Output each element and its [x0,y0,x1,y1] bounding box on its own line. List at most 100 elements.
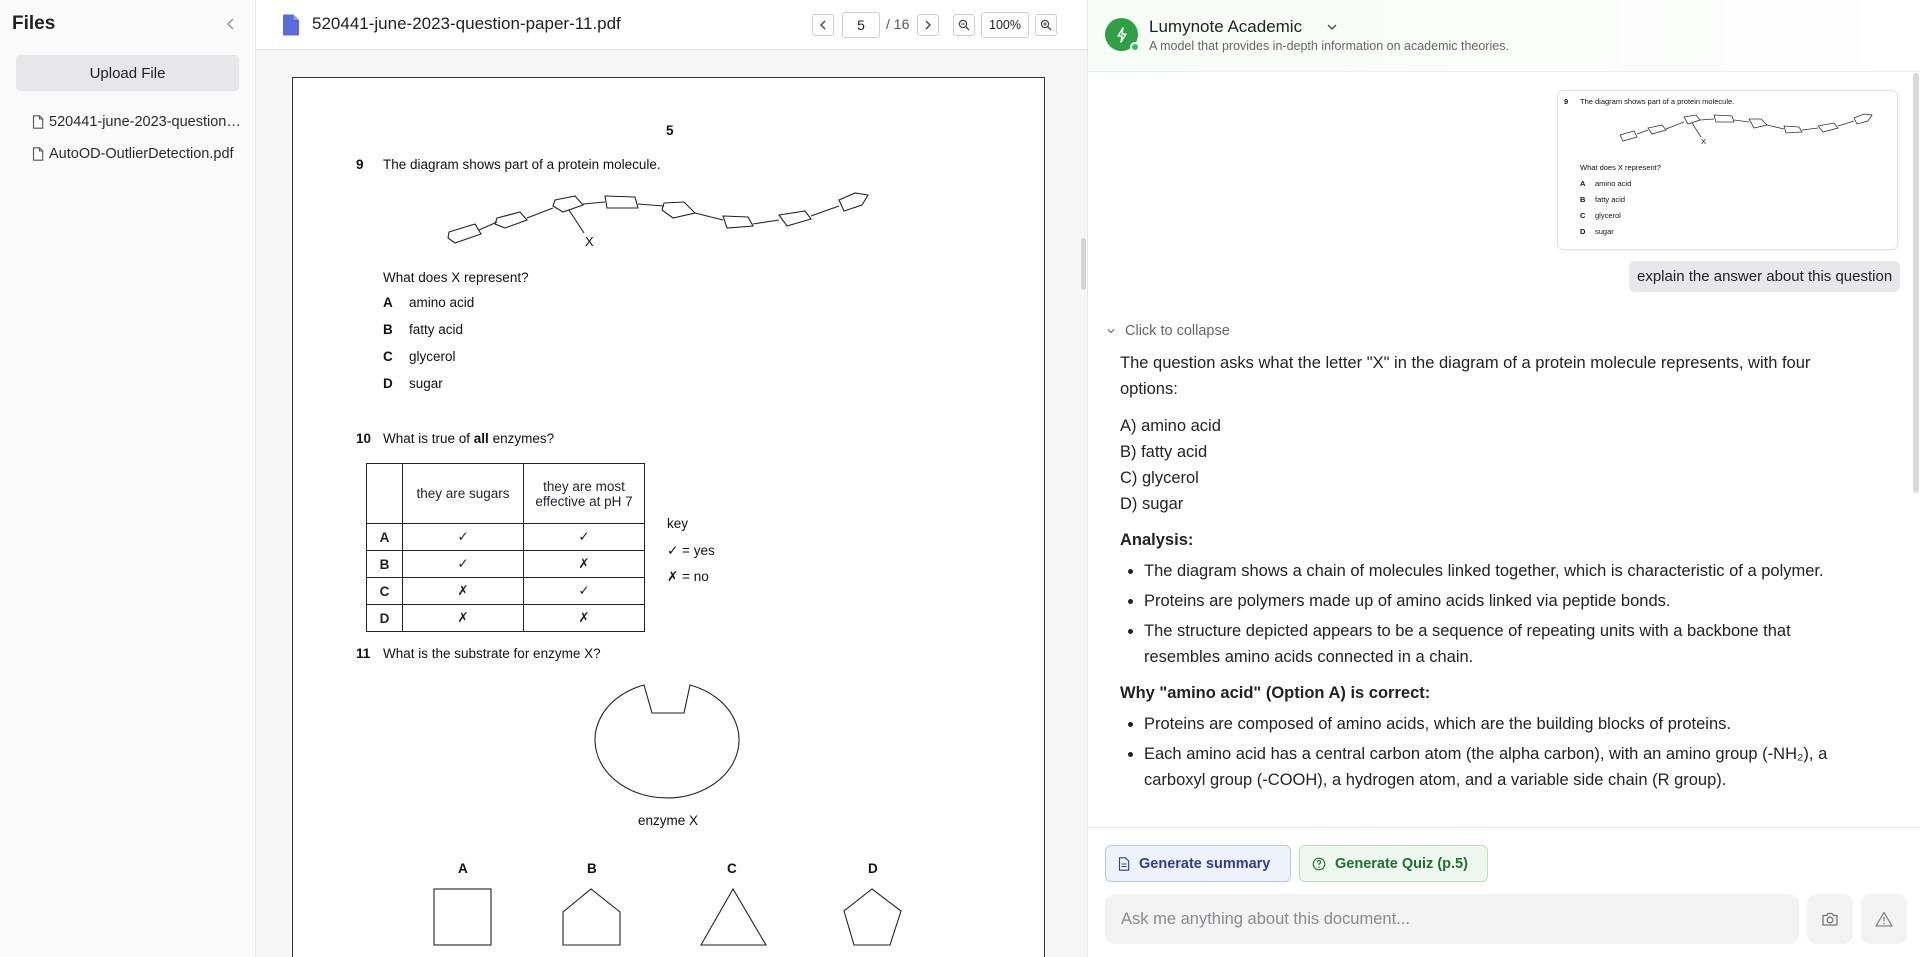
user-message: explain the answer about this question [1629,261,1901,292]
option-letter: A [383,295,393,310]
enzyme-x-diagram [594,684,740,799]
table-cell: ✓ [402,550,524,578]
shape-triangle [700,887,767,946]
option-text: glycerol [409,349,456,364]
table-cell: ✗ [402,577,524,605]
why-list: Proteins are composed of amino acids, wh… [1144,711,1865,793]
prev-page-button[interactable] [812,14,834,36]
question-text: The diagram shows part of a protein mole… [383,157,661,172]
collapse-left-icon [226,18,234,30]
panel-resize-handle[interactable] [1081,238,1086,290]
question-number: 11 [356,646,371,661]
enzyme-table: they are sugars they are most effective … [366,463,645,632]
collapse-label: Click to collapse [1125,323,1230,339]
zoom-in-icon [1040,19,1052,31]
table-row: D ✗ ✗ [366,604,645,632]
chat-input[interactable] [1105,894,1799,944]
table-key-title: key [667,516,689,531]
file-list: 520441-june-2023-question-paper-11.pdf A… [32,106,252,170]
viewer-toolbar: 520441-june-2023-question-paper-11.pdf /… [256,0,1087,50]
zoom-level[interactable]: 100% [981,12,1029,38]
attached-image-thumbnail[interactable]: 9 The diagram shows part of a protein mo… [1557,90,1898,250]
row-letter: C [366,577,403,605]
shape-pentagon [843,888,902,946]
assistant-answer: The question asks what the letter "X" in… [1120,350,1865,803]
table-cell: ✓ [523,577,645,605]
list-item: The structure depicted appears to be a s… [1144,618,1865,670]
table-cell: ✓ [402,523,524,551]
table-key-no: ✗ = no [667,569,709,584]
shape-house [562,888,621,946]
substrate-shapes [433,887,902,946]
answer-option: B) fatty acid [1120,443,1208,461]
collapse-answer-toggle[interactable]: Click to collapse [1106,323,1230,339]
shape-label: D [868,861,878,876]
prev-page-icon [820,20,826,30]
help-circle-icon [1312,857,1326,870]
chat-scrollbar[interactable] [1913,73,1919,493]
generate-summary-button[interactable]: Generate summary [1105,845,1291,882]
chat-footer: Generate summary Generate Quiz (p.5) [1088,827,1920,957]
row-letter: A [366,523,403,551]
thumb-option-letter: C [1580,211,1586,220]
table-cell: ✗ [523,550,645,578]
upload-file-button[interactable]: Upload File [16,55,239,91]
summary-label: Generate summary [1139,855,1271,872]
file-item[interactable]: AutoOD-OutlierDetection.pdf [32,138,252,170]
online-status-indicator [1130,42,1140,52]
zoom-out-icon [958,19,970,31]
next-page-icon [925,20,931,30]
report-button[interactable] [1861,894,1907,944]
row-letter: D [366,604,403,632]
shape-square [433,888,492,946]
chevron-down-icon [1107,329,1115,334]
question-text: What is true of all enzymes? [383,431,554,446]
table-cell: ✗ [402,604,524,632]
answer-option: D) sugar [1120,495,1184,513]
table-key-yes: ✓ = yes [667,543,715,558]
list-item: The diagram shows a chain of molecules l… [1144,558,1865,584]
thumb-question-prompt: What does X represent? [1580,163,1661,172]
list-item: Proteins are composed of amino acids, wh… [1144,711,1865,737]
screenshot-button[interactable] [1807,894,1853,944]
thumb-protein-diagram: X [1619,113,1873,145]
quiz-label: Generate Quiz (p.5) [1335,855,1468,872]
file-icon [32,147,44,161]
list-item: Proteins are polymers made up of amino a… [1144,588,1865,614]
file-item[interactable]: 520441-june-2023-question-paper-11.pdf [32,106,252,138]
thumb-question-number: 9 [1564,97,1569,106]
option-text: fatty acid [409,322,464,337]
generate-quiz-button[interactable]: Generate Quiz (p.5) [1299,845,1488,882]
option-text: sugar [409,376,443,391]
file-icon [32,115,44,129]
thumb-option-letter: B [1580,195,1586,204]
next-page-button[interactable] [917,14,939,36]
zoom-in-button[interactable] [1035,14,1057,36]
model-description: A model that provides in-depth informati… [1149,39,1509,53]
thumb-marker-x: X [1701,137,1706,145]
list-item: Each amino acid has a central carbon ato… [1144,741,1865,793]
analysis-heading: Analysis: [1120,531,1194,549]
file-name: 520441-june-2023-question-paper-11.pdf [49,114,241,130]
question-text-post: enzymes? [488,431,555,446]
option-letter: C [383,349,393,364]
document-icon [1118,856,1130,871]
model-name[interactable]: Lumynote Academic [1149,17,1302,37]
table-header: they are most effective at pH 7 [523,463,645,524]
camera-icon [1822,912,1838,926]
enzyme-label: enzyme X [638,813,699,828]
table-cell: ✓ [523,523,645,551]
pdf-page: 5 9 The diagram shows part of a protein … [292,77,1045,957]
zoom-out-button[interactable] [953,14,975,36]
thumb-option-text: fatty acid [1595,195,1626,204]
thumb-option-text: amino acid [1595,179,1632,188]
chat-messages: 9 The diagram shows part of a protein mo… [1088,73,1920,825]
thumb-option-letter: D [1580,227,1586,236]
collapse-sidebar-button[interactable] [222,15,240,33]
shape-label: B [587,861,597,876]
row-letter: B [366,550,403,578]
chevron-down-icon[interactable] [1325,20,1339,34]
warning-icon [1875,911,1893,927]
lightning-icon [1116,26,1127,43]
page-number-input[interactable] [842,12,880,38]
